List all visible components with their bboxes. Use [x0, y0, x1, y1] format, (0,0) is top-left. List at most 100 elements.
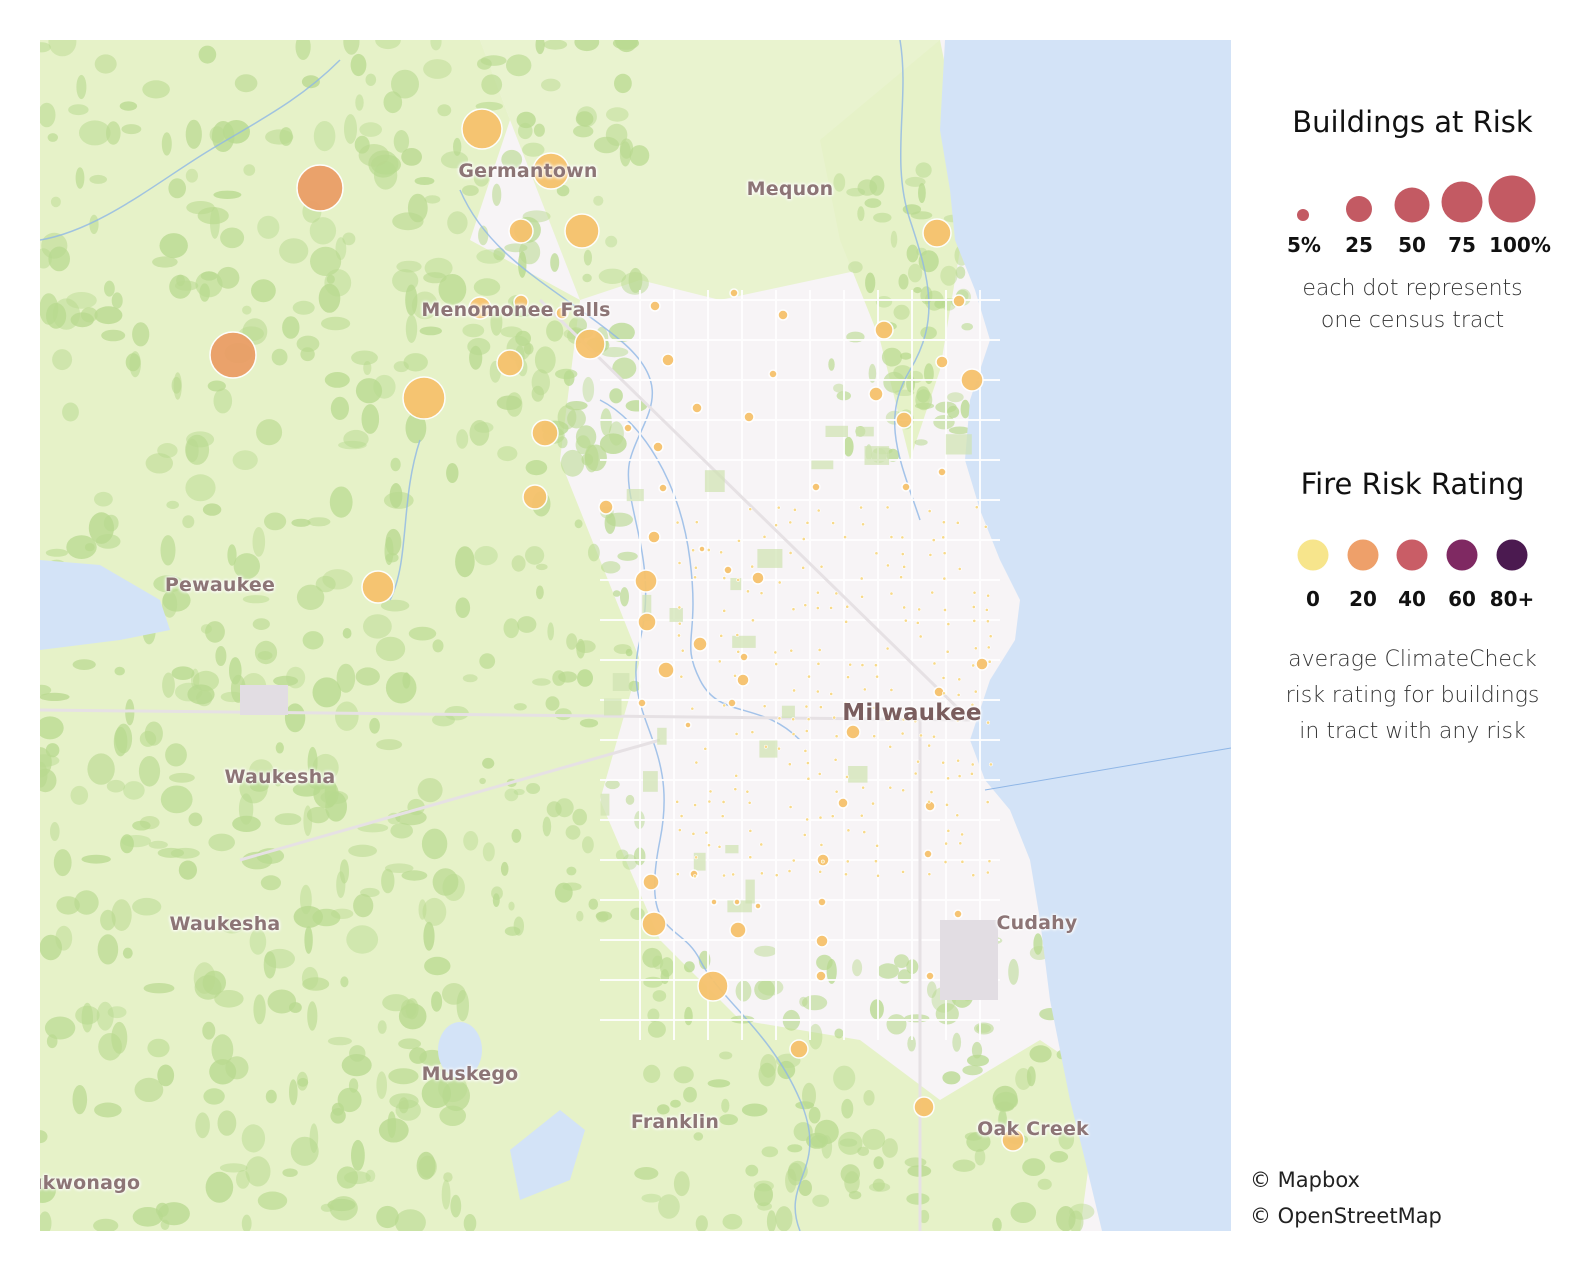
tract-marker-small[interactable] — [970, 771, 974, 776]
tract-marker-small[interactable] — [987, 659, 992, 664]
tract-marker-small[interactable] — [680, 648, 685, 653]
tract-marker-small[interactable] — [759, 591, 764, 596]
tract-marker-small[interactable] — [731, 872, 736, 877]
tract-marker[interactable] — [953, 909, 963, 919]
tract-marker-small[interactable] — [793, 507, 797, 512]
tract-marker-small[interactable] — [788, 551, 793, 555]
tract-marker-small[interactable] — [805, 761, 810, 765]
tract-marker-small[interactable] — [928, 553, 933, 557]
tract-marker[interactable] — [952, 294, 966, 308]
tract-marker-small[interactable] — [843, 535, 847, 540]
tract-marker[interactable] — [522, 484, 548, 510]
tract-marker-small[interactable] — [703, 746, 708, 751]
tract-marker[interactable] — [574, 328, 606, 360]
tract-marker[interactable] — [598, 499, 614, 515]
tract-marker-small[interactable] — [859, 813, 864, 818]
tract-marker-small[interactable] — [846, 675, 850, 680]
tract-marker-small[interactable] — [903, 618, 908, 623]
tract-marker-small[interactable] — [777, 716, 782, 721]
tract-marker[interactable] — [634, 569, 658, 593]
tract-marker-small[interactable] — [805, 520, 810, 525]
tract-marker-small[interactable] — [759, 842, 764, 847]
tract-marker[interactable] — [845, 724, 861, 740]
tract-marker-small[interactable] — [691, 548, 696, 553]
tract-marker-small[interactable] — [973, 689, 978, 694]
tract-marker-small[interactable] — [900, 552, 905, 556]
tract-marker-small[interactable] — [844, 872, 848, 877]
tract-marker-small[interactable] — [791, 607, 796, 612]
tract-marker[interactable] — [698, 545, 706, 553]
tract-marker-small[interactable] — [815, 689, 820, 694]
tract-marker[interactable] — [925, 971, 935, 981]
tract-marker-small[interactable] — [860, 594, 864, 599]
tract-marker-small[interactable] — [984, 607, 989, 612]
tract-marker-small[interactable] — [733, 787, 738, 792]
tract-marker-small[interactable] — [845, 774, 849, 779]
tract-marker-small[interactable] — [971, 663, 976, 668]
tract-marker-small[interactable] — [957, 774, 962, 778]
tract-marker-small[interactable] — [675, 799, 680, 804]
tract-marker-small[interactable] — [803, 603, 808, 608]
tract-marker[interactable] — [652, 441, 664, 453]
tract-marker-small[interactable] — [986, 593, 991, 598]
tract-marker[interactable] — [623, 423, 633, 433]
tract-marker-small[interactable] — [941, 676, 946, 680]
tract-marker-small[interactable] — [958, 841, 963, 846]
tract-marker[interactable] — [661, 353, 675, 367]
tract-marker-small[interactable] — [801, 537, 806, 541]
tract-marker[interactable] — [641, 911, 667, 937]
tract-marker-small[interactable] — [708, 789, 713, 794]
tract-marker-small[interactable] — [932, 734, 936, 739]
tract-marker[interactable] — [647, 530, 661, 544]
tract-marker[interactable] — [461, 108, 503, 150]
tract-marker-small[interactable] — [747, 800, 752, 805]
tract-marker[interactable] — [922, 218, 952, 248]
tract-marker-small[interactable] — [986, 720, 990, 725]
tract-marker-small[interactable] — [845, 859, 850, 864]
tract-marker-small[interactable] — [900, 535, 905, 540]
tract-marker-small[interactable] — [789, 648, 794, 653]
tract-marker[interactable] — [296, 164, 344, 212]
tract-marker-small[interactable] — [788, 805, 793, 809]
tract-marker[interactable] — [657, 661, 675, 679]
tract-marker-small[interactable] — [987, 859, 992, 864]
tract-marker-small[interactable] — [816, 661, 821, 666]
tract-marker-small[interactable] — [829, 692, 834, 696]
tract-marker-small[interactable] — [931, 538, 936, 542]
tract-marker-small[interactable] — [955, 520, 960, 525]
tract-marker-small[interactable] — [792, 688, 796, 693]
tract-marker-small[interactable] — [985, 870, 990, 875]
tract-marker-small[interactable] — [875, 843, 879, 848]
tract-marker[interactable] — [815, 970, 827, 982]
tract-marker-small[interactable] — [721, 800, 726, 804]
tract-marker-small[interactable] — [834, 789, 839, 794]
tract-marker-small[interactable] — [885, 646, 890, 651]
tract-marker-small[interactable] — [704, 830, 709, 835]
tract-marker-small[interactable] — [759, 871, 764, 876]
tract-marker-small[interactable] — [722, 703, 727, 708]
tract-marker-small[interactable] — [859, 505, 863, 510]
tract-marker-small[interactable] — [693, 803, 697, 807]
tract-marker-small[interactable] — [941, 691, 946, 696]
tract-marker-small[interactable] — [748, 855, 753, 860]
tract-marker-small[interactable] — [970, 762, 975, 767]
tract-marker[interactable] — [768, 369, 778, 379]
tract-marker[interactable] — [815, 934, 829, 948]
tract-marker-small[interactable] — [917, 607, 922, 612]
tract-marker-small[interactable] — [819, 564, 824, 569]
tract-marker-small[interactable] — [916, 759, 920, 764]
tract-marker-small[interactable] — [831, 521, 836, 525]
tract-marker-small[interactable] — [818, 705, 823, 709]
tract-marker-small[interactable] — [675, 520, 680, 525]
tract-marker-small[interactable] — [773, 650, 778, 655]
tract-marker-small[interactable] — [736, 649, 741, 654]
tract-marker-small[interactable] — [941, 520, 946, 525]
tract-marker[interactable] — [508, 218, 534, 244]
tract-marker-small[interactable] — [943, 608, 947, 612]
tract-marker[interactable] — [733, 898, 741, 906]
tract-marker[interactable] — [754, 902, 762, 910]
tract-marker-small[interactable] — [844, 619, 849, 624]
tract-marker-small[interactable] — [927, 799, 931, 804]
tract-marker-small[interactable] — [945, 802, 949, 807]
tract-marker-small[interactable] — [774, 523, 778, 528]
